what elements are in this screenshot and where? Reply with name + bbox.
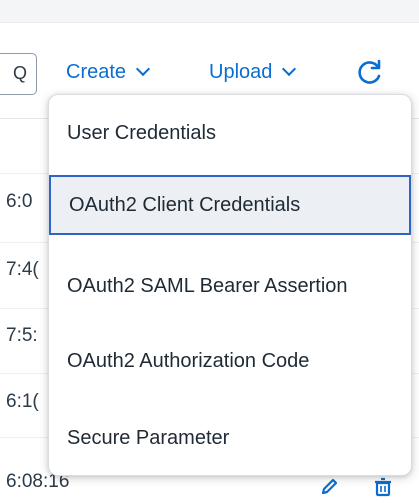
create-dropdown-menu: User Credentials OAuth2 Client Credentia… (48, 94, 412, 476)
menu-item-oauth2-saml-bearer-assertion[interactable]: OAuth2 SAML Bearer Assertion (49, 256, 411, 316)
chevron-down-icon (282, 61, 297, 77)
chevron-down-icon (135, 61, 151, 77)
upload-button-label: Upload (209, 60, 273, 83)
menu-item-label: OAuth2 Client Credentials (69, 193, 301, 216)
create-button[interactable]: Create (66, 56, 151, 88)
menu-item-label: Secure Parameter (67, 426, 230, 449)
menu-item-oauth2-authorization-code[interactable]: OAuth2 Authorization Code (49, 331, 411, 391)
search-field[interactable]: Q (0, 53, 37, 95)
table-row-time: 7:5: (6, 325, 38, 346)
upload-button[interactable]: Upload (209, 56, 297, 88)
menu-item-user-credentials[interactable]: User Credentials (49, 103, 411, 163)
table-row-time: 7:4( (6, 259, 39, 280)
table-row-time: 6:0 (6, 191, 33, 212)
top-band (0, 0, 419, 23)
table-row-time: 6:1( (6, 391, 39, 412)
menu-item-secure-parameter[interactable]: Secure Parameter (49, 408, 411, 468)
trash-icon[interactable] (372, 476, 394, 498)
menu-item-oauth2-client-credentials[interactable]: OAuth2 Client Credentials (49, 175, 411, 235)
screen: Q Create Upload 6:0 7:4( 7:5: 6:1( 6:08:… (0, 0, 419, 503)
menu-item-label: OAuth2 Authorization Code (67, 349, 310, 372)
create-button-label: Create (66, 60, 127, 83)
menu-item-label: User Credentials (67, 121, 216, 144)
menu-item-label: OAuth2 SAML Bearer Assertion (67, 274, 348, 297)
search-icon: Q (12, 63, 27, 83)
pencil-icon[interactable] (318, 476, 340, 498)
refresh-icon[interactable] (355, 57, 385, 87)
